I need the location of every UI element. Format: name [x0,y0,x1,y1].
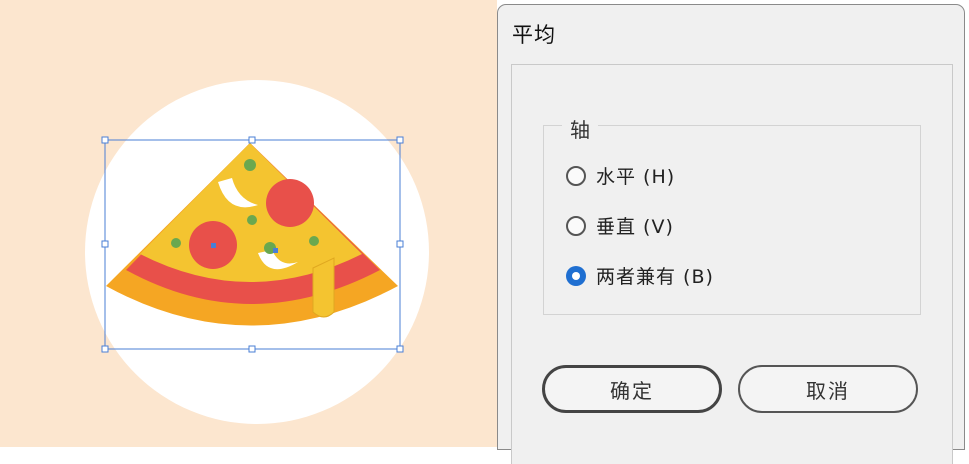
pepperoni-shape [266,179,314,227]
cancel-button[interactable]: 取消 [738,365,918,413]
anchor-point [211,243,216,248]
handle-top-left [101,136,109,144]
average-dialog: 平均 轴 水平 (H) 垂直 (V) 两者兼有 (B) 确定 取消 [497,4,965,464]
radio-circle-checked[interactable] [566,265,586,286]
handle-bottom-center [248,345,256,353]
radio-horizontal-label[interactable]: 水平 (H) [596,162,675,189]
handle-middle-right [396,240,404,248]
pizza-illustration[interactable] [0,0,497,447]
olive-shape [309,236,319,246]
radio-vertical[interactable]: 垂直 (V) [566,212,674,239]
handle-top-right [396,136,404,144]
cheese-drip-shape [312,257,335,318]
handle-bottom-left [101,345,109,353]
radio-vertical-label[interactable]: 垂直 (V) [596,212,674,239]
dialog-title: 平均 [512,23,556,47]
handle-bottom-right [396,345,404,353]
radio-both-label[interactable]: 两者兼有 (B) [596,262,714,289]
radio-circle[interactable] [566,215,586,236]
radio-both[interactable]: 两者兼有 (B) [566,262,714,289]
radio-horizontal[interactable]: 水平 (H) [566,162,675,189]
dialog-body: 轴 水平 (H) 垂直 (V) 两者兼有 (B) 确定 取消 [511,64,953,464]
handle-top-center [248,136,256,144]
axis-group-label: 轴 [562,114,598,143]
axis-group: 轴 水平 (H) 垂直 (V) 两者兼有 (B) [543,114,921,315]
ok-button[interactable]: 确定 [542,365,722,413]
olive-shape [244,159,256,171]
artboard-canvas[interactable] [0,0,497,447]
handle-middle-left [101,240,109,248]
olive-shape [171,238,181,248]
olive-shape [247,215,257,225]
radio-circle[interactable] [566,165,586,186]
anchor-point [273,248,278,253]
